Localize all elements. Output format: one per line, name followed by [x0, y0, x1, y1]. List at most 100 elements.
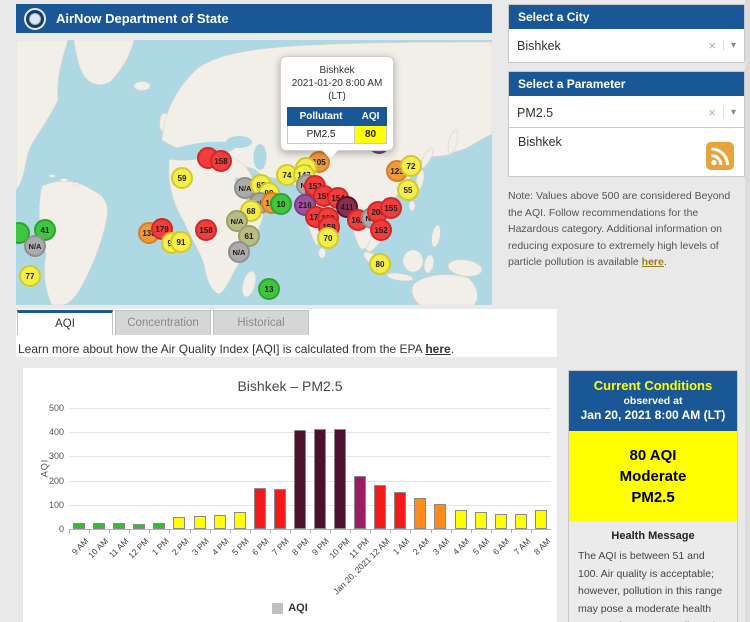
bar-9-am[interactable]	[73, 523, 85, 529]
bar-slot	[109, 408, 129, 529]
bar-7-am[interactable]	[515, 514, 527, 529]
city-select-header: Select a City	[509, 5, 744, 29]
tab-concentration[interactable]: Concentration	[115, 310, 211, 335]
bar-10-am[interactable]	[93, 523, 105, 529]
bar-slot	[350, 408, 370, 529]
page-scrollbar[interactable]	[745, 0, 750, 622]
tooltip-timezone: (LT)	[287, 90, 387, 103]
map-marker-152[interactable]: 152	[370, 219, 392, 241]
epa-here-link[interactable]: here	[425, 342, 450, 356]
bar-slot	[450, 408, 470, 529]
map-marker-158[interactable]: 158	[210, 150, 232, 172]
bar-9-pm[interactable]	[314, 429, 326, 529]
bar-6-pm[interactable]	[254, 488, 266, 529]
x-tick	[330, 529, 331, 533]
map-marker-10[interactable]: 10	[270, 193, 292, 215]
bar-4-pm[interactable]	[214, 515, 226, 529]
legend-swatch	[272, 603, 283, 614]
map-marker-59[interactable]: 59	[171, 167, 193, 189]
app-header: AirNow Department of State	[16, 4, 492, 33]
parameter-select[interactable]: PM2.5 × ▾	[509, 96, 744, 129]
x-label: 6 AM	[491, 536, 512, 557]
bar-2-pm[interactable]	[173, 517, 185, 529]
tabs: AQI Concentration Historical	[17, 310, 311, 335]
land-sri-lanka	[319, 248, 326, 258]
tab-aqi[interactable]: AQI	[17, 310, 113, 335]
map-marker-55[interactable]: 55	[397, 179, 419, 201]
bar-slot	[210, 408, 230, 529]
land-south-america	[39, 181, 107, 305]
bar-5-pm[interactable]	[234, 512, 246, 529]
land-iceland	[134, 82, 150, 91]
map-marker-158[interactable]: 158	[195, 219, 217, 241]
map-marker-72[interactable]: 72	[400, 155, 422, 177]
bar-11-am[interactable]	[113, 523, 125, 529]
map-marker-91[interactable]: 91	[170, 231, 192, 253]
bar-11-pm[interactable]	[354, 476, 366, 529]
x-tick	[190, 529, 191, 533]
chart-title: Bishkek – PM2.5	[23, 378, 557, 394]
bar-6-am[interactable]	[495, 514, 507, 529]
map-tooltip: Bishkek 2021-01-20 8:00 AM (LT) Pollutan…	[280, 56, 394, 151]
bar-slot	[471, 408, 491, 529]
city-select[interactable]: Bishkek × ▾	[509, 29, 744, 62]
city-clear-icon[interactable]: ×	[701, 38, 723, 53]
parameter-clear-icon[interactable]: ×	[701, 105, 723, 120]
x-label: 11 AM	[107, 536, 131, 560]
bar-3-pm[interactable]	[194, 516, 206, 529]
map-marker-na[interactable]: N/A	[24, 235, 46, 257]
x-label: 6 PM	[250, 536, 271, 557]
bar-1-am[interactable]	[394, 492, 406, 530]
current-conditions-title: Current Conditions	[573, 378, 733, 394]
rss-feed-box: Bishkek	[508, 127, 745, 177]
bar-7-pm[interactable]	[274, 489, 286, 529]
x-tick	[149, 529, 150, 533]
map-marker-70[interactable]: 70	[317, 227, 339, 249]
map-marker-13[interactable]: 13	[258, 278, 280, 300]
dos-seal-inner	[29, 13, 41, 25]
bar-3-am[interactable]	[434, 504, 446, 529]
chart-legend[interactable]: AQI	[23, 602, 557, 614]
x-label: 2 AM	[411, 536, 432, 557]
x-tick	[129, 529, 130, 533]
rss-icon[interactable]	[706, 142, 734, 170]
x-tick	[69, 529, 70, 533]
bar-4-am[interactable]	[455, 510, 467, 529]
tab-historical[interactable]: Historical	[213, 310, 309, 335]
tabs-block: AQI Concentration Historical Learn more …	[16, 309, 557, 357]
map-marker-80[interactable]: 80	[369, 253, 391, 275]
x-tick	[310, 529, 311, 533]
x-tick	[370, 529, 371, 533]
map-marker-na[interactable]: N/A	[228, 241, 250, 263]
bar-2-am[interactable]	[414, 498, 426, 529]
x-label: 5 AM	[471, 536, 492, 557]
land-madagascar	[240, 270, 258, 298]
parameter-caret-icon[interactable]: ▾	[723, 107, 736, 118]
note-here-link[interactable]: here	[642, 256, 664, 268]
map-marker-77[interactable]: 77	[19, 265, 41, 287]
city-caret-icon[interactable]: ▾	[723, 40, 736, 51]
x-label: 7 PM	[270, 536, 291, 557]
bar-slot	[370, 408, 390, 529]
bar-10-pm[interactable]	[334, 429, 346, 529]
current-aqi-block: 80 AQI Moderate PM2.5	[569, 431, 737, 522]
bar-8-am[interactable]	[535, 510, 547, 529]
x-label: 8 AM	[531, 536, 552, 557]
land-north-america	[16, 40, 68, 190]
bar-jan-20-2021-12-am[interactable]	[374, 485, 386, 529]
bar-5-am[interactable]	[475, 512, 487, 529]
bar-1-pm[interactable]	[153, 523, 165, 529]
y-tick-400: 400	[49, 427, 64, 437]
bar-12-pm[interactable]	[133, 524, 145, 529]
land-australia	[412, 275, 477, 305]
x-tick	[210, 529, 211, 533]
x-label: 4 AM	[451, 536, 472, 557]
y-tick-500: 500	[49, 403, 64, 413]
map-marker-155[interactable]: 155	[380, 197, 402, 219]
bar-slot	[230, 408, 250, 529]
x-tick	[350, 529, 351, 533]
bar-8-pm[interactable]	[294, 430, 306, 529]
land-taiwan	[409, 201, 415, 211]
current-aqi-value: 80 AQI	[573, 445, 733, 466]
world-map[interactable]: 41N/A7713817997911581585974N/A6899N/A106…	[16, 40, 492, 305]
